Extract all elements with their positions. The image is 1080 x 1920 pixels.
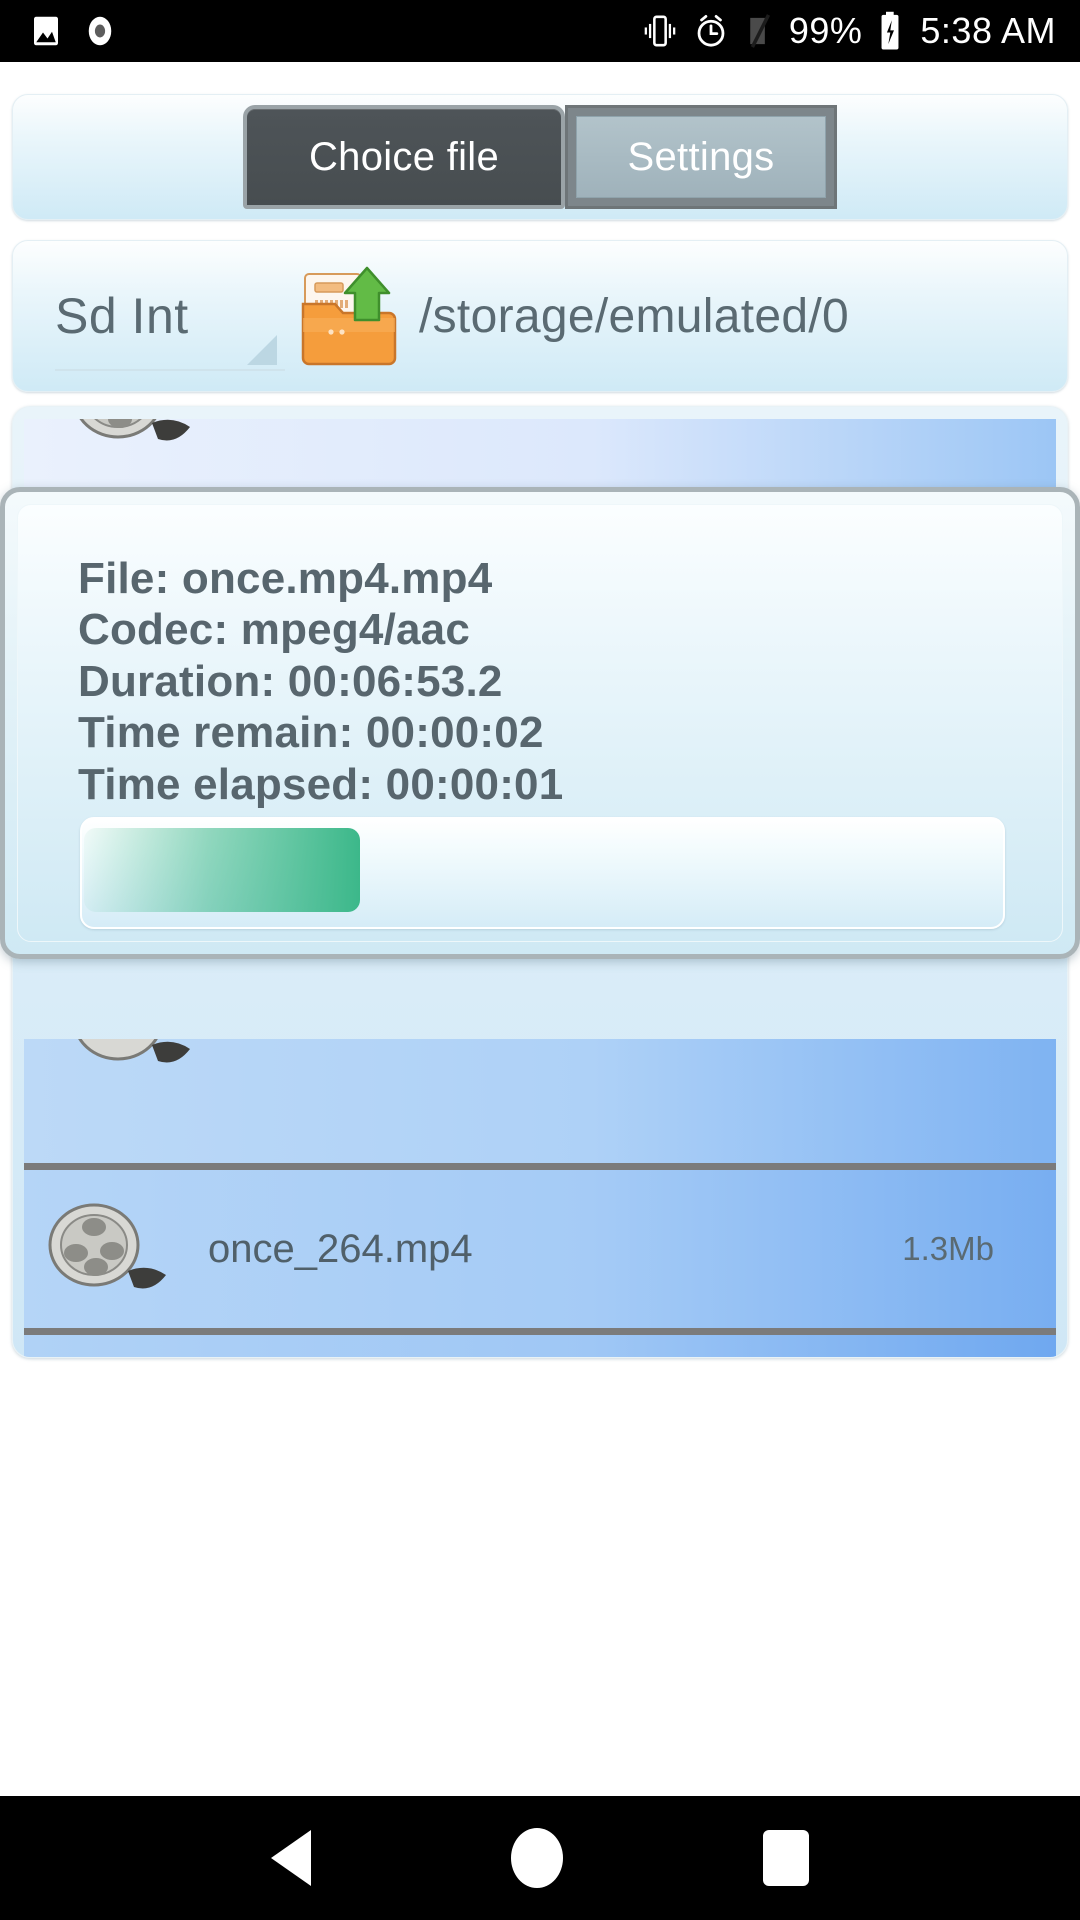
tab-choice-file[interactable]: Choice file xyxy=(243,105,565,209)
status-bar: 99% 5:38 AM xyxy=(0,0,1080,62)
dialog-line-file: File: once.mp4.mp4 xyxy=(78,554,493,603)
file-name: once_264.mp4 xyxy=(208,1226,473,1271)
dialog-body: File: once.mp4.mp4 Codec: mpeg4/aac Dura… xyxy=(17,504,1063,942)
dialog-line-duration: Duration: 00:06:53.2 xyxy=(78,656,503,706)
image-icon xyxy=(34,16,58,46)
row-divider xyxy=(24,1163,1056,1170)
chevron-down-icon xyxy=(247,335,277,365)
conversion-progress-dialog: File: once.mp4.mp4 Codec: mpeg4/aac Dura… xyxy=(0,487,1080,959)
alarm-icon xyxy=(697,14,725,47)
recents-icon[interactable] xyxy=(763,1830,809,1886)
dialog-line-codec: Codec: mpeg4/aac xyxy=(78,605,471,655)
spinner-underline xyxy=(55,369,285,371)
tab-settings[interactable]: Settings xyxy=(565,105,837,209)
signal-off-icon xyxy=(750,14,770,48)
vibrate-icon xyxy=(644,15,676,47)
tab-strip: Choice file Settings xyxy=(243,105,837,209)
phone-screen: 99% 5:38 AM Choice file Settings Sd Int … xyxy=(0,0,1080,1920)
progress-track xyxy=(80,817,1005,929)
path-bar-panel: Sd Int /storage/emulated/0 xyxy=(12,240,1068,392)
status-bar-left-icons xyxy=(0,13,118,49)
storage-spinner[interactable]: Sd Int xyxy=(55,261,285,371)
tab-settings-inner: Settings xyxy=(576,116,826,198)
android-nav-bar xyxy=(0,1796,1080,1920)
file-size: 1.3Mb xyxy=(902,1230,994,1267)
tab-choice-file-label: Choice file xyxy=(308,134,500,179)
status-bar-clock: 5:38 AM xyxy=(920,10,1056,51)
table-row[interactable]: once_mpeg4.mp4 1.7Mb xyxy=(24,1335,1056,1357)
home-icon[interactable] xyxy=(511,1828,563,1888)
record-icon xyxy=(88,16,112,46)
tab-bar-panel: Choice file Settings xyxy=(12,94,1068,220)
film-reel-icon xyxy=(48,1203,166,1289)
storage-spinner-label: Sd Int xyxy=(55,288,189,344)
tab-settings-label: Settings xyxy=(627,134,775,179)
table-row[interactable]: once_264.mp4 1.3Mb xyxy=(24,1170,1056,1328)
status-bar-right-icons: 99% 5:38 AM xyxy=(643,11,1080,51)
progress-bar xyxy=(80,817,1005,929)
battery-percent: 99% xyxy=(788,10,863,51)
progress-fill xyxy=(84,828,361,912)
battery-charging-icon xyxy=(881,11,899,50)
film-reel-icon xyxy=(79,419,190,441)
folder-up-icon[interactable] xyxy=(291,262,411,370)
app-content: Choice file Settings Sd Int /storage/emu… xyxy=(0,62,1080,1796)
row-divider xyxy=(24,1328,1056,1335)
current-path: /storage/emulated/0 xyxy=(419,289,849,343)
dialog-line-time-elapsed: Time elapsed: 00:00:01 xyxy=(78,759,564,809)
dialog-line-time-remain: Time remain: 00:00:02 xyxy=(78,708,544,758)
film-reel-icon xyxy=(78,1039,190,1063)
back-icon[interactable] xyxy=(271,1830,311,1886)
